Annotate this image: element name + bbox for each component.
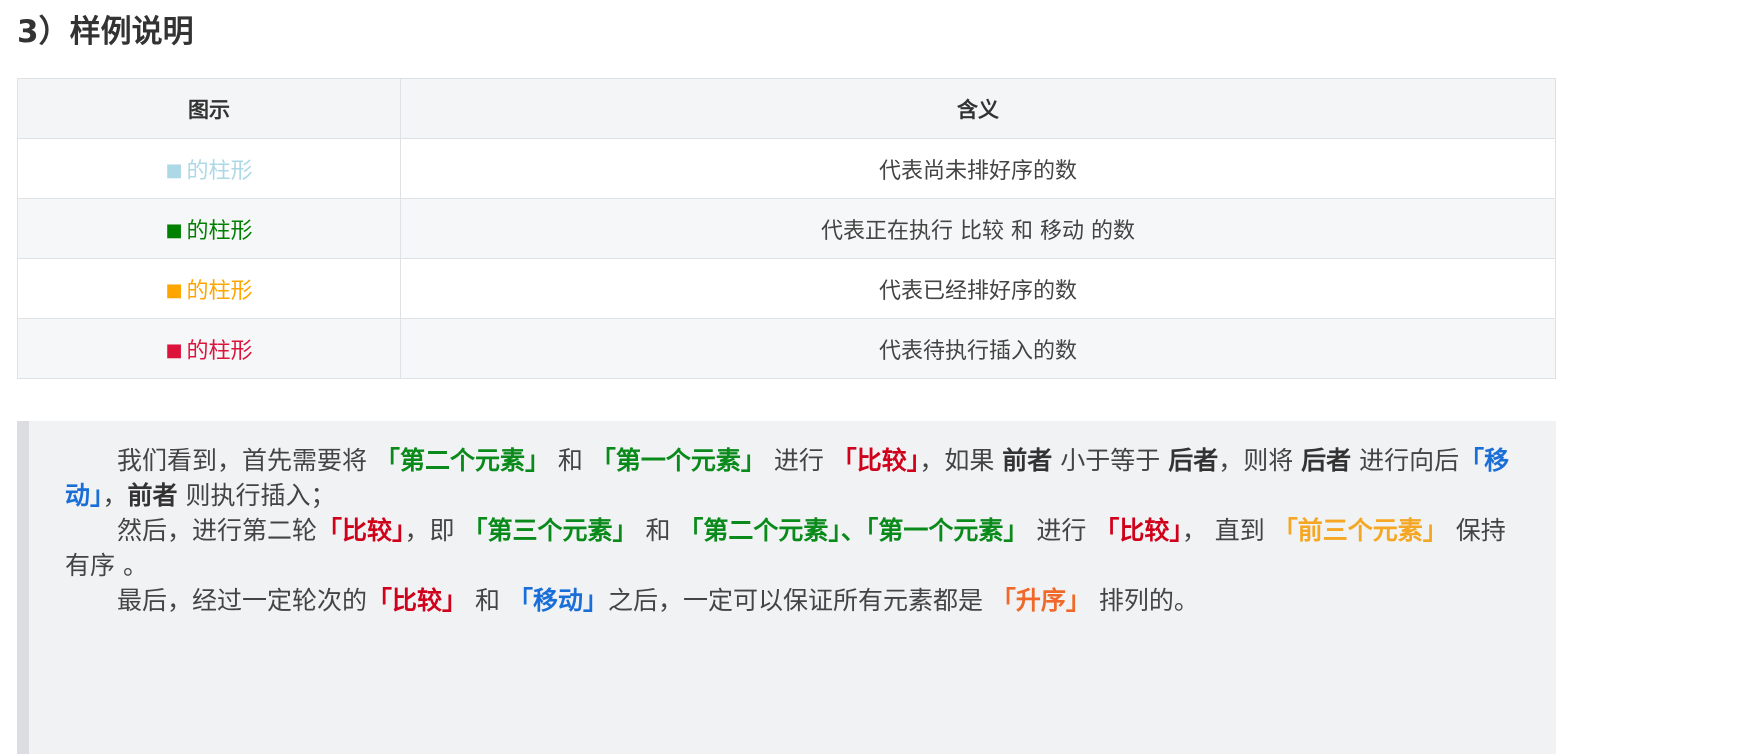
highlight-first-element: 「第一个元素」 bbox=[590, 446, 766, 475]
header-meaning: 含义 bbox=[400, 78, 1556, 139]
text-run: ，如果 bbox=[919, 446, 1003, 475]
highlight-move: 「移动」 bbox=[507, 586, 608, 615]
table-row: ■ 的柱形 代表尚未排好序的数 bbox=[17, 138, 1556, 199]
text-run: 进行 bbox=[1028, 516, 1095, 545]
paragraph-third: 最后，经过一定轮次的「比较」 和 「移动」之后，一定可以保证所有元素都是 「升序… bbox=[65, 583, 1516, 618]
sample-label: 的柱形 bbox=[186, 158, 253, 184]
paragraph-second: 然后，进行第二轮「比较」，即 「第三个元素」 和 「第二个元素」、「第一个元素」… bbox=[65, 513, 1516, 583]
highlight-compare: 「比较」 bbox=[367, 586, 468, 615]
sample-cell: ■ 的柱形 bbox=[17, 318, 401, 379]
square-icon: ■ bbox=[165, 279, 183, 301]
highlight-ascending: 「升序」 bbox=[990, 586, 1091, 615]
section-heading: 3）样例说明 bbox=[17, 14, 194, 50]
highlight-first-three-elements: 「前三个元素」 bbox=[1272, 516, 1448, 545]
text-run: 进行 bbox=[765, 446, 832, 475]
text-run: 小于等于 bbox=[1052, 446, 1169, 475]
meaning-cell: 代表正在执行 比较 和 移动 的数 bbox=[400, 198, 1556, 259]
emphasis-latter: 后者 bbox=[1168, 446, 1219, 475]
meaning-cell: 代表尚未排好序的数 bbox=[400, 138, 1556, 199]
meaning-cell: 代表已经排好序的数 bbox=[400, 258, 1556, 319]
emphasis-former: 前者 bbox=[1002, 446, 1053, 475]
table-row: ■ 的柱形 代表待执行插入的数 bbox=[17, 318, 1556, 379]
square-icon: ■ bbox=[165, 219, 183, 241]
square-icon: ■ bbox=[165, 159, 183, 181]
text-run: 则执行插入； bbox=[177, 481, 336, 510]
highlight-second-first-elements: 「第二个元素」、「第一个元素」 bbox=[678, 516, 1029, 545]
legend-table: 图示 含义 ■ 的柱形 代表尚未排好序的数 ■ 的柱形 代表正在执行 比较 和 移动… bbox=[17, 78, 1556, 379]
square-icon: ■ bbox=[165, 339, 183, 361]
text-run: 和 bbox=[549, 446, 591, 475]
meaning-cell: 代表待执行插入的数 bbox=[400, 318, 1556, 379]
explanation-blockquote: 我们看到，首先需要将 「第二个元素」 和 「第一个元素」 进行 「比较」，如果 … bbox=[17, 421, 1556, 754]
header-sample: 图示 bbox=[17, 78, 401, 139]
highlight-compare: 「比较」 bbox=[317, 516, 405, 545]
paragraph-first: 我们看到，首先需要将 「第二个元素」 和 「第一个元素」 进行 「比较」，如果 … bbox=[65, 443, 1516, 513]
sample-cell: ■ 的柱形 bbox=[17, 258, 401, 319]
table-header-row: 图示 含义 bbox=[17, 78, 1556, 139]
emphasis-former: 前者 bbox=[127, 481, 178, 510]
sample-cell: ■ 的柱形 bbox=[17, 198, 401, 259]
highlight-third-element: 「第三个元素」 bbox=[462, 516, 638, 545]
text-run: 排列的。 bbox=[1090, 586, 1199, 615]
text-run: 之后，一定可以保证所有元素都是 bbox=[607, 586, 991, 615]
text-run: 然后，进行第二轮 bbox=[117, 516, 318, 545]
sample-cell: ■ 的柱形 bbox=[17, 138, 401, 199]
text-run: ，即 bbox=[404, 516, 463, 545]
highlight-compare: 「比较」 bbox=[831, 446, 920, 475]
sample-label: 的柱形 bbox=[186, 218, 253, 244]
highlight-compare: 「比较」 bbox=[1094, 516, 1182, 545]
emphasis-latter: 后者 bbox=[1301, 446, 1352, 475]
text-run: 和 bbox=[467, 586, 508, 615]
text-run: ， 直到 bbox=[1181, 516, 1273, 545]
text-run: 我们看到，首先需要将 bbox=[117, 446, 375, 475]
sample-label: 的柱形 bbox=[186, 278, 253, 304]
table-row: ■ 的柱形 代表正在执行 比较 和 移动 的数 bbox=[17, 198, 1556, 259]
table-row: ■ 的柱形 代表已经排好序的数 bbox=[17, 258, 1556, 319]
text-run: 最后，经过一定轮次的 bbox=[117, 586, 368, 615]
text-run: ，则将 bbox=[1218, 446, 1302, 475]
text-run: 进行向后 bbox=[1351, 446, 1460, 475]
sample-label: 的柱形 bbox=[186, 338, 253, 364]
text-run: ， bbox=[102, 481, 128, 510]
highlight-second-element: 「第二个元素」 bbox=[374, 446, 550, 475]
text-run: 和 bbox=[637, 516, 679, 545]
